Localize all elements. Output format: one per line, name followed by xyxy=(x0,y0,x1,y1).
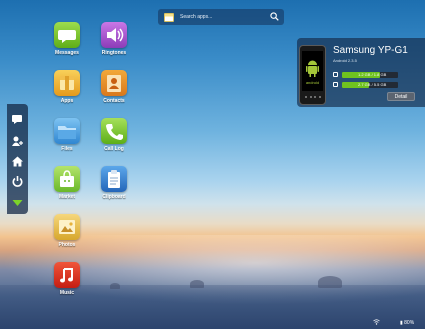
ringtones-icon xyxy=(101,22,127,48)
sidebar xyxy=(7,104,28,214)
messages-icon xyxy=(54,22,80,48)
clipboard-icon xyxy=(101,166,127,192)
battery-icon: ▮ xyxy=(400,320,403,326)
app-files[interactable]: Files xyxy=(47,118,87,152)
app-label: Clipboard xyxy=(102,194,126,200)
device-os-version: Android 2.3.5 xyxy=(333,58,357,63)
sd-card-icon xyxy=(333,72,338,77)
app-label: Photos xyxy=(58,242,76,248)
tree-silhouette xyxy=(190,280,204,288)
phone-brand-label: android xyxy=(305,80,320,85)
app-messages[interactable]: Messages xyxy=(47,22,87,56)
tree-silhouette xyxy=(318,276,342,288)
storage-row-internal: 1.2 GB / 1.8 GB xyxy=(333,71,417,78)
contacts-icon xyxy=(101,70,127,96)
storage-row-external: 2.7 GB / 5.5 GB xyxy=(333,81,417,88)
files-icon xyxy=(54,118,80,144)
search-input[interactable] xyxy=(180,11,266,23)
collapse-arrow-icon[interactable] xyxy=(11,196,24,209)
power-icon[interactable] xyxy=(11,175,24,188)
search-bar[interactable] xyxy=(158,9,284,25)
battery-level: 80% xyxy=(404,320,415,326)
call-log-icon xyxy=(101,118,127,144)
home-icon[interactable] xyxy=(11,155,24,168)
tree-silhouette xyxy=(110,283,120,289)
app-clipboard[interactable]: Clipboard xyxy=(94,166,134,200)
photos-icon xyxy=(54,214,80,240)
storage-text: 2.7 GB / 5.5 GB xyxy=(358,81,387,87)
wifi-icon xyxy=(373,319,380,325)
phone-screen: android xyxy=(302,51,323,91)
battery-indicator: ▮ 80% xyxy=(400,320,414,326)
app-label: Contacts xyxy=(103,98,125,104)
app-label: Market xyxy=(58,194,76,200)
storage-bar: 2.7 GB / 5.5 GB xyxy=(342,81,398,88)
storage-text: 1.2 GB / 1.8 GB xyxy=(358,71,387,77)
android-robot-icon xyxy=(306,60,319,77)
app-label: Apps xyxy=(60,98,74,104)
app-label: Ringtones xyxy=(101,50,127,56)
user-add-icon[interactable] xyxy=(11,135,24,148)
app-label: Files xyxy=(61,146,73,152)
device-name: Samsung YP-G1 xyxy=(333,45,408,56)
storage-bar: 1.2 GB / 1.8 GB xyxy=(342,71,398,78)
sd-card-icon xyxy=(333,82,338,87)
apps-icon xyxy=(54,70,80,96)
app-market[interactable]: Market xyxy=(47,166,87,200)
search-icon[interactable] xyxy=(270,12,279,21)
app-apps[interactable]: Apps xyxy=(47,70,87,104)
app-label: Messages xyxy=(55,50,79,56)
app-photos[interactable]: Photos xyxy=(47,214,87,248)
app-label: Music xyxy=(59,290,75,296)
desktop-background: Messages Ringtones Apps Contacts Files C… xyxy=(0,0,425,329)
phone-hardware-buttons xyxy=(305,96,321,99)
market-icon xyxy=(54,166,80,192)
app-store-icon xyxy=(164,12,174,22)
device-info-panel: android Samsung YP-G1 Android 2.3.5 1.2 … xyxy=(297,38,425,107)
app-ringtones[interactable]: Ringtones xyxy=(94,22,134,56)
app-music[interactable]: Music xyxy=(47,262,87,296)
chat-icon[interactable] xyxy=(11,113,24,126)
music-icon xyxy=(54,262,80,288)
app-contacts[interactable]: Contacts xyxy=(94,70,134,104)
detail-button[interactable]: Detail xyxy=(387,92,415,101)
app-call-log[interactable]: Call Log xyxy=(94,118,134,152)
phone-image: android xyxy=(299,45,326,105)
app-label: Call Log xyxy=(104,146,124,152)
